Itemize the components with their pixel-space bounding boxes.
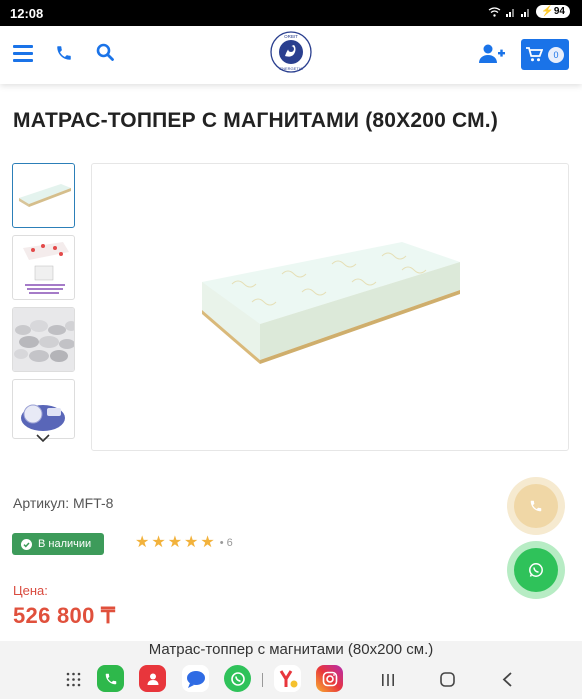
whatsapp-float-inner [514, 548, 558, 592]
thumbnail-mattress-image [19, 184, 71, 207]
rating-count: • 6 [219, 537, 233, 549]
home-button[interactable] [440, 672, 455, 687]
thumbnail-diagram-image [23, 242, 69, 294]
whatsapp-app-icon[interactable] [224, 665, 251, 692]
yandex-app-icon[interactable] [274, 665, 301, 692]
yandex-glyph [279, 669, 297, 687]
apps-grid-icon[interactable] [66, 672, 81, 687]
star-icon: ★ [151, 534, 166, 551]
chat-glyph [186, 670, 205, 688]
cart-icon [526, 47, 543, 62]
phone-icon[interactable] [55, 44, 73, 62]
signal-icon [506, 8, 515, 17]
chevron-down-icon[interactable] [36, 434, 50, 443]
check-icon [21, 538, 32, 550]
product-price: 526 800 ₸ [13, 603, 116, 628]
camera-glyph [322, 671, 337, 686]
stock-badge: В наличии [12, 533, 104, 555]
thumbnail-2[interactable] [12, 235, 75, 300]
search-icon[interactable] [96, 43, 114, 61]
mattress-image [202, 242, 460, 364]
browser-page-title: Матрас-топпер с магнитами (80x200 см.) [0, 641, 582, 661]
star-icon: ★ [184, 534, 199, 551]
whatsapp-float-button[interactable] [507, 541, 565, 599]
call-float-button[interactable] [507, 477, 565, 535]
dock-separator [262, 673, 263, 687]
logo-text-top: ORBIT [284, 34, 298, 39]
signal-icon-2 [521, 8, 530, 17]
phone-app-icon[interactable] [97, 665, 124, 692]
battery-level: 94 [553, 6, 565, 17]
product-title: МАТРАС-ТОППЕР С МАГНИТАМИ (80Х200 СМ.) [13, 109, 499, 132]
status-time: 12:08 [10, 6, 44, 21]
stock-label: В наличии [38, 538, 92, 550]
system-nav-bar [0, 661, 582, 699]
recent-apps-button[interactable] [381, 673, 395, 687]
product-sku: Артикул: MFT-8 [13, 495, 114, 511]
phone-glyph [105, 673, 116, 684]
back-button[interactable] [502, 672, 514, 687]
thumbnail-3[interactable] [12, 307, 75, 372]
person-glyph [147, 673, 158, 685]
status-icons: ⚡94 [488, 5, 570, 18]
thumbnail-4[interactable] [12, 379, 75, 439]
add-user-icon[interactable] [479, 44, 505, 64]
thumbnail-1[interactable] [12, 163, 75, 228]
logo-text-bottom: ENERGETIA [279, 66, 302, 71]
menu-icon[interactable] [13, 45, 33, 62]
price-label: Цена: [13, 583, 48, 598]
messages-app-icon[interactable] [182, 665, 209, 692]
battery-indicator: ⚡94 [536, 5, 570, 18]
instagram-app-icon[interactable] [316, 665, 343, 692]
thumbnail-stones-image [13, 308, 74, 371]
phone-icon [530, 500, 542, 512]
status-bar: 12:08 ⚡94 [0, 0, 582, 26]
whatsapp-glyph [230, 671, 245, 686]
rating-count-value: 6 [226, 537, 233, 549]
call-float-inner [514, 484, 558, 528]
star-icon: ★ [200, 534, 215, 551]
cart-button[interactable]: 0 [521, 39, 569, 70]
whatsapp-icon [529, 563, 543, 577]
product-rating[interactable]: ★ ★ ★ ★ ★ • 6 [135, 535, 233, 551]
star-icon: ★ [135, 534, 150, 551]
star-icon: ★ [167, 534, 183, 551]
wifi-icon [489, 6, 501, 17]
main-product-image[interactable] [91, 163, 569, 451]
contacts-app-icon[interactable] [139, 665, 166, 692]
thumbnail-rolled-image [21, 404, 65, 431]
cart-count: 0 [548, 46, 564, 63]
orbit-energetia-logo[interactable]: ORBIT ENERGETIA [270, 31, 312, 73]
